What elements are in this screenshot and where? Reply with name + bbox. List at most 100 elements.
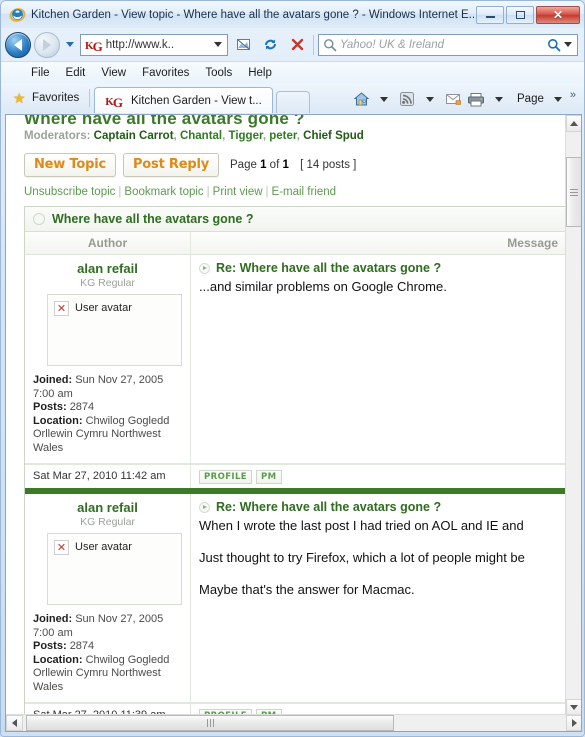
mail-icon[interactable] — [442, 89, 464, 109]
moderator-link-1[interactable]: Chantal — [180, 130, 222, 142]
posts-column-headers: Author Message — [25, 232, 566, 255]
address-bar[interactable]: KG http://www.k.. — [80, 33, 228, 56]
pagination-info: Page 1 of 1 [ 14 posts ] — [230, 159, 356, 171]
post-bullet-icon[interactable] — [199, 501, 210, 513]
status-bar — [1, 732, 584, 736]
minimize-button[interactable] — [476, 5, 504, 24]
horizontal-scrollbar[interactable] — [6, 714, 581, 731]
menu-item-file[interactable]: File — [23, 65, 58, 81]
address-dropdown-button[interactable] — [211, 42, 225, 47]
post-subject-text[interactable]: Re: Where have all the avatars gone ? — [216, 500, 441, 514]
email-friend-link[interactable]: E-mail friend — [272, 186, 337, 198]
address-input[interactable]: http://www.k.. — [106, 39, 211, 51]
back-arrow-icon — [14, 38, 22, 51]
post-author-panel: alan refail KG Regular ✕ User avatar Joi… — [25, 494, 191, 702]
post-subject: Re: Where have all the avatars gone ? — [199, 261, 560, 275]
page-of: of — [269, 159, 280, 171]
post-author-name[interactable]: alan refail — [33, 261, 182, 276]
command-overflow-button[interactable]: » — [570, 89, 578, 101]
vertical-scrollbar[interactable] — [565, 115, 581, 716]
search-icon — [324, 38, 337, 51]
moderator-link-4[interactable]: Chief Spud — [303, 130, 364, 142]
print-view-link[interactable]: Print view — [213, 186, 263, 198]
feeds-icon[interactable] — [396, 89, 418, 109]
site-favicon-icon: KG — [105, 94, 123, 110]
post-author-rank: KG Regular — [80, 516, 135, 528]
recent-pages-button[interactable] — [63, 42, 77, 47]
compatibility-view-icon — [236, 39, 250, 50]
chevron-down-icon — [570, 705, 578, 710]
menu-item-view[interactable]: View — [93, 65, 134, 81]
browser-window: Kitchen Garden - View topic - Where have… — [0, 0, 585, 737]
page-menu-button[interactable]: Page — [511, 93, 546, 105]
pm-button[interactable]: PM — [256, 469, 282, 484]
post-bullet-icon[interactable] — [199, 262, 210, 274]
horizontal-scrollbar-thumb[interactable] — [26, 715, 394, 731]
location-label: Location: — [33, 414, 83, 427]
menu-item-help[interactable]: Help — [240, 65, 280, 81]
post-actions: PROFILE PM — [191, 469, 282, 484]
profile-button[interactable]: PROFILE — [199, 469, 252, 484]
print-icon[interactable] — [465, 89, 487, 109]
menu-item-tools[interactable]: Tools — [197, 65, 240, 81]
scroll-up-button[interactable] — [566, 115, 581, 132]
post-reply-button[interactable]: Post Reply — [122, 153, 219, 177]
menu-item-favorites[interactable]: Favorites — [134, 65, 197, 81]
posts-label: Posts: — [33, 401, 67, 413]
avatar-alt-text: User avatar — [75, 302, 132, 314]
avatar: ✕ User avatar — [47, 533, 182, 605]
column-header-author: Author — [25, 232, 191, 254]
menu-item-edit[interactable]: Edit — [58, 65, 94, 81]
avatar-alt-text: User avatar — [75, 541, 132, 553]
topic-header-bar: Where have all the avatars gone ? — [25, 207, 566, 232]
chevron-down-icon — [214, 42, 222, 47]
close-icon: ✕ — [552, 7, 564, 22]
chevron-left-icon — [12, 719, 17, 727]
page-menu-dropdown-icon[interactable] — [547, 89, 569, 109]
post-author-rank: KG Regular — [80, 277, 135, 289]
search-provider-dropdown[interactable] — [561, 42, 575, 47]
close-button[interactable]: ✕ — [536, 5, 580, 24]
new-topic-button[interactable]: New Topic — [24, 153, 116, 177]
page-prefix: Page — [230, 159, 257, 171]
post-author-name[interactable]: alan refail — [33, 500, 182, 515]
topic-status-icon — [33, 213, 45, 225]
restore-button[interactable] — [506, 5, 534, 24]
unsubscribe-topic-link[interactable]: Unsubscribe topic — [24, 186, 115, 198]
moderator-link-3[interactable]: peter — [269, 130, 297, 142]
post-body: ...and similar problems on Google Chrome… — [199, 278, 560, 295]
stop-button[interactable] — [285, 34, 309, 56]
feeds-dropdown-button[interactable] — [419, 89, 441, 109]
topic-links-row: Unsubscribe topic | Bookmark topic | Print v… — [24, 186, 337, 198]
print-dropdown-button[interactable] — [488, 89, 510, 109]
favorites-button[interactable]: ★ Favorites — [9, 86, 89, 110]
moderators-label: Moderators: — [24, 130, 91, 142]
moderator-link-2[interactable]: Tigger — [229, 130, 263, 142]
post-paragraph: Maybe that's the answer for Macmac. — [199, 582, 415, 597]
search-input[interactable]: Yahoo! UK & Ireland — [340, 39, 547, 51]
tabbar-divider — [89, 89, 91, 107]
site-favicon-icon: KG — [85, 38, 103, 54]
bookmark-topic-link[interactable]: Bookmark topic — [124, 186, 203, 198]
internet-explorer-icon — [9, 6, 26, 23]
new-tab-button[interactable] — [275, 91, 310, 113]
scroll-left-button[interactable] — [6, 715, 23, 731]
stop-icon — [291, 38, 303, 51]
search-go-icon — [548, 38, 561, 51]
forward-button[interactable] — [34, 31, 60, 58]
posts-value: 2874 — [69, 640, 95, 652]
vertical-scrollbar-thumb[interactable] — [566, 157, 581, 227]
scroll-right-button[interactable] — [566, 715, 581, 731]
home-icon[interactable] — [350, 89, 372, 109]
posts-value: 2874 — [69, 401, 95, 413]
refresh-button[interactable] — [258, 34, 282, 56]
browser-tab-kitchen-garden[interactable]: KG Kitchen Garden - View t... — [94, 87, 273, 113]
home-dropdown-button[interactable] — [373, 89, 395, 109]
compatibility-view-button[interactable] — [231, 34, 255, 56]
location-label: Location: — [33, 653, 83, 666]
post-subject-text[interactable]: Re: Where have all the avatars gone ? — [216, 261, 441, 275]
back-button[interactable] — [5, 31, 31, 58]
topic-header-title[interactable]: Where have all the avatars gone ? — [52, 212, 253, 226]
moderator-link-0[interactable]: Captain Carrot — [94, 130, 174, 142]
search-box[interactable]: Yahoo! UK & Ireland — [318, 33, 578, 56]
